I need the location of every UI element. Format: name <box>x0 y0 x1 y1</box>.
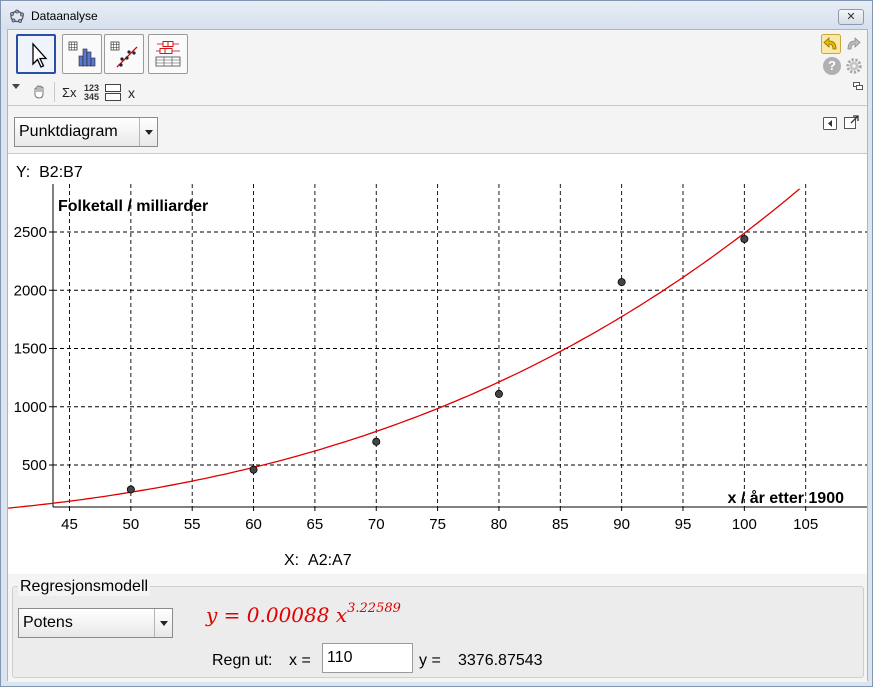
equation-base: y = 0.00088 x <box>206 603 348 627</box>
chevron-down-icon <box>139 118 157 146</box>
regression-model-value: Potens <box>23 614 73 631</box>
close-button[interactable]: ✕ <box>838 9 864 25</box>
x-tick-label: 45 <box>61 516 78 533</box>
gear-icon[interactable] <box>845 57 863 75</box>
data-point <box>249 465 258 474</box>
style-bar-divider <box>54 82 55 102</box>
y-tick-label: 2500 <box>14 224 47 241</box>
redo-icon[interactable] <box>843 34 863 54</box>
chevron-down-icon <box>154 609 172 637</box>
x-tick-label: 105 <box>793 516 818 533</box>
x-tick-label: 55 <box>184 516 201 533</box>
y-axis-label: Folketall / milliarder <box>58 198 208 215</box>
one-variable-stats-button[interactable] <box>62 34 102 74</box>
x-equals-label: x = <box>289 652 311 669</box>
data-point <box>740 234 749 243</box>
x-source-prefix: X: <box>284 552 300 569</box>
x-tick-label: 80 <box>491 516 508 533</box>
style-bar: Σx 123 345 x <box>8 80 867 106</box>
x-tick-label: 100 <box>732 516 757 533</box>
scatter-chart[interactable]: 45 50 55 60 65 70 75 80 85 90 95 100 105 500 1000 1500 2… <box>8 184 867 544</box>
cursor-arrow-icon <box>32 42 48 68</box>
x-tick-label: 95 <box>675 516 692 533</box>
app-window: Dataanalyse ✕ ? Σx 123 345 x Punktdiagra… <box>0 0 873 687</box>
y-source-label: Y: B2:B7 <box>16 164 83 182</box>
x-tick-label: 50 <box>123 516 140 533</box>
regression-group-label: Regresjonsmodell <box>18 578 151 596</box>
two-panel-layout-icon[interactable] <box>105 84 121 101</box>
data-icon-bottom: 345 <box>84 92 100 102</box>
y-tick-label: 2000 <box>14 282 47 299</box>
x-tick-label: 65 <box>307 516 324 533</box>
show-statistics-button[interactable]: Σx <box>62 85 77 100</box>
x-source-label: X: A2:A7 <box>284 552 352 570</box>
x-source-range[interactable]: A2:A7 <box>308 552 352 569</box>
panel-icon-group <box>823 115 863 133</box>
x-axis-label: x / år etter 1900 <box>727 489 844 507</box>
plot-type-select[interactable]: Punktdiagram <box>14 117 158 147</box>
plot-panel: Y: B2:B7 45 50 55 60 65 70 75 80 85 90 95 100 105 500… <box>8 153 867 574</box>
swap-xy-button[interactable]: x <box>128 85 135 101</box>
show-data-button[interactable]: 123 345 <box>84 84 99 102</box>
y-source-prefix: Y: <box>16 164 31 181</box>
x-tick-label: 90 <box>613 516 630 533</box>
y-source-range[interactable]: B2:B7 <box>39 164 83 181</box>
move-tool-button[interactable] <box>16 34 56 74</box>
data-point <box>494 389 503 398</box>
y-result-value: 3376.87543 <box>458 652 543 669</box>
title-bar: Dataanalyse ✕ <box>1 1 872 29</box>
histogram-icon <box>68 41 96 67</box>
data-point <box>617 278 626 287</box>
data-point <box>372 437 381 446</box>
data-point <box>126 485 135 494</box>
x-tick-label: 85 <box>552 516 569 533</box>
equation-exponent: 3.22589 <box>347 601 401 616</box>
x-tick-label: 75 <box>429 516 446 533</box>
y-equals-label: y = <box>419 652 441 669</box>
two-variable-regression-button[interactable] <box>104 34 144 74</box>
y-tick-label: 1500 <box>14 341 47 358</box>
toggle-panel-icon[interactable] <box>823 117 837 130</box>
boxplot-table-icon <box>155 41 181 67</box>
help-icon[interactable]: ? <box>823 57 841 75</box>
open-in-window-icon[interactable] <box>844 115 859 130</box>
x-tick-label: 60 <box>245 516 262 533</box>
regression-model-select[interactable]: Potens <box>18 608 173 638</box>
regression-equation: y = 0.00088 x3.22589 <box>206 601 401 627</box>
regression-panel: Regresjonsmodell Potens y = 0.00088 x3.2… <box>8 574 867 682</box>
window-title: Dataanalyse <box>31 9 98 23</box>
hand-drag-icon[interactable] <box>32 85 48 100</box>
scatter-regression-icon <box>110 41 138 68</box>
toolbar: ? <box>8 30 867 80</box>
client-area: ? Σx 123 345 x Punktdiagram Y: B2:B7 45 … <box>7 29 868 682</box>
undo-icon[interactable] <box>821 34 841 54</box>
dropdown-triangle-icon[interactable] <box>12 83 20 91</box>
x-tick-label: 70 <box>368 516 385 533</box>
compute-label: Regn ut: <box>212 652 273 669</box>
collapse-stylebar-icon[interactable] <box>853 82 863 90</box>
geogebra-logo-icon <box>10 9 24 23</box>
y-tick-label: 1000 <box>14 399 47 416</box>
data-analysis-view: Punktdiagram Y: B2:B7 45 50 55 60 65 70 75 80 85… <box>8 107 867 682</box>
x-value-input[interactable] <box>322 643 413 673</box>
multi-variable-button[interactable] <box>148 34 188 74</box>
y-tick-label: 500 <box>22 457 47 474</box>
plot-type-value: Punktdiagram <box>19 123 118 140</box>
